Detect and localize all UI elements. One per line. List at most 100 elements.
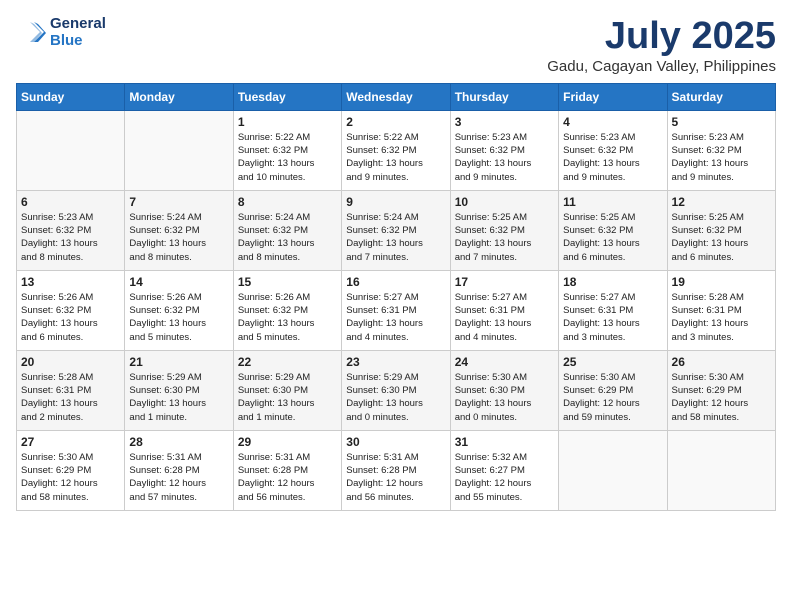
calendar-cell [125, 110, 233, 190]
calendar-cell: 22Sunrise: 5:29 AM Sunset: 6:30 PM Dayli… [233, 350, 341, 430]
calendar-cell: 6 Sunrise: 5:23 AM Sunset: 6:32 PM Daylig… [17, 190, 125, 270]
day-info: Sunrise: 5:23 AM Sunset: 6:32 PM Dayligh… [21, 211, 120, 264]
calendar-cell: 25 Sunrise: 5:30 AM Sunset: 6:29 PM Dayli… [559, 350, 667, 430]
page-header: General Blue July 2025 Gadu, Cagayan Val… [16, 16, 776, 75]
calendar-week-row: 6 Sunrise: 5:23 AM Sunset: 6:32 PM Daylig… [17, 190, 776, 270]
calendar-cell: 29 Sunrise: 5:31 AM Sunset: 6:28 PM Dayli… [233, 430, 341, 510]
day-number: 14 [129, 275, 228, 289]
calendar-cell: 17 Sunrise: 5:27 AM Sunset: 6:31 PM Dayli… [450, 270, 558, 350]
calendar-cell: 10Sunrise: 5:25 AM Sunset: 6:32 PM Dayli… [450, 190, 558, 270]
day-info: Sunrise: 5:24 AM Sunset: 6:32 PM Dayligh… [129, 211, 228, 264]
calendar-title: July 2025 [547, 16, 776, 58]
day-number: 13 [21, 275, 120, 289]
day-number: 17 [455, 275, 554, 289]
day-info: Sunrise: 5:26 AM Sunset: 6:32 PM Dayligh… [21, 291, 120, 344]
calendar-cell: 12 Sunrise: 5:25 AM Sunset: 6:32 PM Dayli… [667, 190, 775, 270]
calendar-cell [559, 430, 667, 510]
day-info: Sunrise: 5:23 AM Sunset: 6:32 PM Dayligh… [563, 131, 662, 184]
day-number: 22 [238, 355, 337, 369]
day-number: 25 [563, 355, 662, 369]
day-info: Sunrise: 5:23 AM Sunset: 6:32 PM Dayligh… [455, 131, 554, 184]
logo-text: General Blue [50, 16, 106, 49]
day-number: 8 [238, 195, 337, 209]
day-number: 27 [21, 435, 120, 449]
weekday-header-cell: Sunday [17, 83, 125, 110]
day-info: Sunrise: 5:25 AM Sunset: 6:32 PM Dayligh… [455, 211, 554, 264]
calendar-cell: 31Sunrise: 5:32 AM Sunset: 6:27 PM Dayli… [450, 430, 558, 510]
calendar-cell: 3 Sunrise: 5:23 AM Sunset: 6:32 PM Daylig… [450, 110, 558, 190]
day-info: Sunrise: 5:27 AM Sunset: 6:31 PM Dayligh… [455, 291, 554, 344]
day-info: Sunrise: 5:28 AM Sunset: 6:31 PM Dayligh… [21, 371, 120, 424]
calendar-cell: 5Sunrise: 5:23 AM Sunset: 6:32 PM Daylig… [667, 110, 775, 190]
day-number: 12 [672, 195, 771, 209]
title-area: July 2025 Gadu, Cagayan Valley, Philippi… [547, 16, 776, 75]
calendar-week-row: 13 Sunrise: 5:26 AM Sunset: 6:32 PM Dayli… [17, 270, 776, 350]
day-number: 31 [455, 435, 554, 449]
calendar-cell: 15Sunrise: 5:26 AM Sunset: 6:32 PM Dayli… [233, 270, 341, 350]
day-info: Sunrise: 5:24 AM Sunset: 6:32 PM Dayligh… [346, 211, 445, 264]
day-info: Sunrise: 5:27 AM Sunset: 6:31 PM Dayligh… [563, 291, 662, 344]
day-number: 26 [672, 355, 771, 369]
calendar-cell: 14 Sunrise: 5:26 AM Sunset: 6:32 PM Dayli… [125, 270, 233, 350]
day-number: 7 [129, 195, 228, 209]
calendar-subtitle: Gadu, Cagayan Valley, Philippines [547, 58, 776, 75]
day-info: Sunrise: 5:29 AM Sunset: 6:30 PM Dayligh… [129, 371, 228, 424]
day-info: Sunrise: 5:30 AM Sunset: 6:30 PM Dayligh… [455, 371, 554, 424]
day-number: 4 [563, 115, 662, 129]
day-info: Sunrise: 5:23 AM Sunset: 6:32 PM Dayligh… [672, 131, 771, 184]
day-number: 19 [672, 275, 771, 289]
day-info: Sunrise: 5:30 AM Sunset: 6:29 PM Dayligh… [672, 371, 771, 424]
calendar-cell [17, 110, 125, 190]
weekday-header-row: SundayMondayTuesdayWednesdayThursdayFrid… [17, 83, 776, 110]
weekday-header-cell: Monday [125, 83, 233, 110]
day-info: Sunrise: 5:26 AM Sunset: 6:32 PM Dayligh… [129, 291, 228, 344]
logo: General Blue [16, 16, 106, 49]
calendar-cell: 23Sunrise: 5:29 AM Sunset: 6:30 PM Dayli… [342, 350, 450, 430]
calendar-cell: 19 Sunrise: 5:28 AM Sunset: 6:31 PM Dayli… [667, 270, 775, 350]
day-info: Sunrise: 5:28 AM Sunset: 6:31 PM Dayligh… [672, 291, 771, 344]
calendar-cell: 26 Sunrise: 5:30 AM Sunset: 6:29 PM Dayli… [667, 350, 775, 430]
day-number: 24 [455, 355, 554, 369]
day-info: Sunrise: 5:29 AM Sunset: 6:30 PM Dayligh… [346, 371, 445, 424]
day-info: Sunrise: 5:26 AM Sunset: 6:32 PM Dayligh… [238, 291, 337, 344]
calendar-cell: 13 Sunrise: 5:26 AM Sunset: 6:32 PM Dayli… [17, 270, 125, 350]
calendar-week-row: 1Sunrise: 5:22 AM Sunset: 6:32 PM Daylig… [17, 110, 776, 190]
weekday-header-cell: Wednesday [342, 83, 450, 110]
day-info: Sunrise: 5:30 AM Sunset: 6:29 PM Dayligh… [563, 371, 662, 424]
day-number: 9 [346, 195, 445, 209]
day-info: Sunrise: 5:24 AM Sunset: 6:32 PM Dayligh… [238, 211, 337, 264]
day-number: 3 [455, 115, 554, 129]
day-info: Sunrise: 5:31 AM Sunset: 6:28 PM Dayligh… [129, 451, 228, 504]
calendar-cell: 2Sunrise: 5:22 AM Sunset: 6:32 PM Daylig… [342, 110, 450, 190]
day-info: Sunrise: 5:25 AM Sunset: 6:32 PM Dayligh… [563, 211, 662, 264]
day-number: 30 [346, 435, 445, 449]
calendar-cell: 9 Sunrise: 5:24 AM Sunset: 6:32 PM Daylig… [342, 190, 450, 270]
day-number: 28 [129, 435, 228, 449]
calendar-week-row: 20 Sunrise: 5:28 AM Sunset: 6:31 PM Dayli… [17, 350, 776, 430]
calendar-cell: 18 Sunrise: 5:27 AM Sunset: 6:31 PM Dayli… [559, 270, 667, 350]
day-info: Sunrise: 5:25 AM Sunset: 6:32 PM Dayligh… [672, 211, 771, 264]
weekday-header-cell: Thursday [450, 83, 558, 110]
day-number: 18 [563, 275, 662, 289]
calendar-cell [667, 430, 775, 510]
day-info: Sunrise: 5:31 AM Sunset: 6:28 PM Dayligh… [346, 451, 445, 504]
day-number: 6 [21, 195, 120, 209]
day-number: 11 [563, 195, 662, 209]
calendar-cell: 4 Sunrise: 5:23 AM Sunset: 6:32 PM Daylig… [559, 110, 667, 190]
calendar-cell: 16Sunrise: 5:27 AM Sunset: 6:31 PM Dayli… [342, 270, 450, 350]
day-number: 21 [129, 355, 228, 369]
calendar-cell: 20 Sunrise: 5:28 AM Sunset: 6:31 PM Dayli… [17, 350, 125, 430]
day-info: Sunrise: 5:22 AM Sunset: 6:32 PM Dayligh… [238, 131, 337, 184]
calendar-cell: 11 Sunrise: 5:25 AM Sunset: 6:32 PM Dayli… [559, 190, 667, 270]
day-number: 29 [238, 435, 337, 449]
day-info: Sunrise: 5:22 AM Sunset: 6:32 PM Dayligh… [346, 131, 445, 184]
calendar-table: SundayMondayTuesdayWednesdayThursdayFrid… [16, 83, 776, 511]
weekday-header-cell: Friday [559, 83, 667, 110]
logo-line1: General [50, 16, 106, 33]
logo-line2: Blue [50, 33, 106, 50]
day-info: Sunrise: 5:31 AM Sunset: 6:28 PM Dayligh… [238, 451, 337, 504]
day-number: 20 [21, 355, 120, 369]
weekday-header-cell: Saturday [667, 83, 775, 110]
calendar-cell: 1Sunrise: 5:22 AM Sunset: 6:32 PM Daylig… [233, 110, 341, 190]
calendar-cell: 21 Sunrise: 5:29 AM Sunset: 6:30 PM Dayli… [125, 350, 233, 430]
